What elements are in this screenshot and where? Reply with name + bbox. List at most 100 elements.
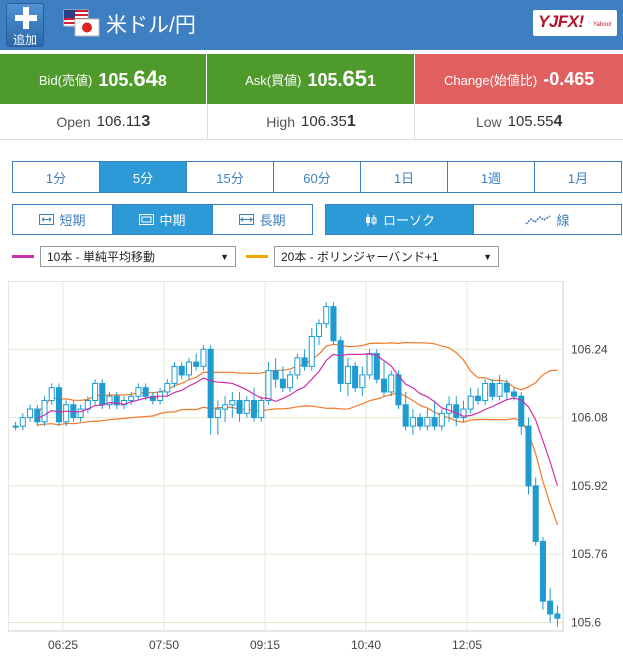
ma-swatch bbox=[12, 255, 34, 258]
period-tabs: 1分 5分 15分 60分 1日 1週 1月 bbox=[12, 161, 622, 193]
candle-body bbox=[250, 400, 258, 419]
tab-15min[interactable]: 15分 bbox=[187, 162, 274, 192]
candle-body bbox=[99, 382, 106, 406]
candle-body bbox=[438, 412, 445, 427]
candle-body bbox=[135, 387, 142, 397]
candle-body bbox=[193, 361, 200, 367]
candle-body bbox=[301, 357, 308, 367]
high-value: 106.351 bbox=[301, 112, 356, 130]
bb-select[interactable]: 20本 - ボリンジャーバンド+1 ▼ bbox=[274, 246, 499, 267]
candle-body bbox=[453, 404, 460, 419]
candle-body bbox=[200, 348, 207, 367]
ask-value: 105.651 bbox=[307, 66, 376, 91]
candle-body bbox=[503, 382, 510, 393]
short-term-icon bbox=[39, 214, 55, 225]
y-tick-label: 106.24 bbox=[571, 342, 608, 356]
candle-body bbox=[395, 374, 402, 406]
candle-body bbox=[532, 485, 539, 542]
candle-body bbox=[294, 357, 301, 376]
low-label: Low bbox=[475, 113, 502, 130]
candle-body bbox=[496, 382, 503, 397]
candle-body bbox=[92, 382, 99, 402]
candle-body bbox=[34, 408, 41, 423]
candle-body bbox=[482, 382, 489, 402]
candle-body bbox=[287, 374, 294, 389]
tab-1min[interactable]: 1分 bbox=[13, 162, 100, 192]
candle-body bbox=[380, 378, 388, 393]
page-title: 米ドル/円 bbox=[106, 14, 196, 37]
bid-label: Bid(売値) bbox=[38, 72, 93, 88]
bid-value: 105.648 bbox=[98, 66, 167, 91]
candle-body bbox=[330, 306, 337, 342]
low-value: 105.554 bbox=[507, 112, 563, 130]
tab-60min[interactable]: 60分 bbox=[274, 162, 361, 192]
candle-body bbox=[222, 404, 229, 410]
candle-body bbox=[178, 365, 185, 376]
plot-area bbox=[8, 281, 564, 632]
tab-short-term[interactable]: 短期 bbox=[13, 205, 113, 234]
y-tick-label: 105.6 bbox=[571, 615, 601, 629]
logo-text: YJFX! bbox=[538, 12, 584, 31]
x-tick-label: 07:50 bbox=[149, 638, 179, 652]
candle-body bbox=[554, 613, 561, 619]
candle-body bbox=[431, 417, 438, 427]
candle-body bbox=[424, 417, 431, 427]
candle-body bbox=[511, 391, 518, 397]
candle-body bbox=[229, 400, 236, 406]
candle-body bbox=[323, 306, 330, 325]
candle-body bbox=[366, 353, 373, 376]
tab-line-chart[interactable]: 線 bbox=[474, 205, 621, 234]
ma-select[interactable]: 10本 - 単純平均移動 ▼ bbox=[40, 246, 236, 267]
us-jp-flag-icon bbox=[63, 9, 100, 37]
candle-body bbox=[539, 540, 546, 602]
candle-body bbox=[474, 395, 481, 402]
tab-long-term[interactable]: 長期 bbox=[213, 205, 312, 234]
tab-5min[interactable]: 5分 bbox=[100, 162, 187, 192]
open-label: Open bbox=[56, 113, 91, 130]
ma-select-value: 10本 - 単純平均移動 bbox=[47, 250, 156, 264]
bb-select-value: 20本 - ボリンジャーバンド+1 bbox=[281, 250, 439, 264]
candle-body bbox=[185, 361, 193, 376]
bid-quote[interactable]: Bid(売値) 105.648 bbox=[0, 54, 206, 104]
x-tick-label: 10:40 bbox=[351, 638, 381, 652]
candle-body bbox=[409, 417, 416, 427]
change-label: Change(始値比) bbox=[444, 72, 538, 88]
yjfx-logo: YJFX! Yahoo! bbox=[533, 10, 617, 36]
tab-1month[interactable]: 1月 bbox=[535, 162, 621, 192]
candle-body bbox=[547, 600, 554, 615]
candle-body bbox=[315, 323, 323, 337]
candle-body bbox=[446, 404, 453, 414]
y-tick-label: 105.76 bbox=[571, 547, 608, 561]
change-value: -0.465 bbox=[543, 68, 595, 89]
high-stat: High 106.351 bbox=[208, 104, 416, 139]
tab-candlestick[interactable]: ローソク bbox=[326, 205, 474, 234]
x-tick-label: 12:05 bbox=[452, 638, 482, 652]
ma-indicator: 10本 - 単純平均移動 ▼ bbox=[12, 246, 236, 267]
mid-term-label: 中期 bbox=[159, 213, 186, 228]
short-term-label: 短期 bbox=[59, 213, 86, 228]
candle-body bbox=[279, 378, 286, 389]
x-tick-label: 06:25 bbox=[48, 638, 78, 652]
candle-body bbox=[63, 404, 70, 423]
candle-body bbox=[12, 425, 19, 428]
candle-body bbox=[489, 382, 496, 397]
candle-body bbox=[214, 408, 221, 419]
candle-body bbox=[41, 400, 48, 423]
candle-body bbox=[308, 335, 315, 367]
candle-body bbox=[337, 340, 344, 384]
candle-body bbox=[265, 370, 272, 402]
candle-body bbox=[402, 404, 409, 427]
candle-body bbox=[272, 370, 279, 380]
price-chart[interactable]: 106.24 106.08 105.92 105.76 105.6 06:25 07:50 0… bbox=[8, 281, 623, 658]
candle-body bbox=[243, 400, 250, 414]
add-button[interactable]: 追加 bbox=[6, 3, 44, 47]
candlestick-label: ローソク bbox=[382, 213, 435, 228]
ask-quote[interactable]: Ask(買値) 105.651 bbox=[206, 54, 415, 104]
chart-type-tabs: ローソク 線 bbox=[325, 204, 622, 235]
candle-body bbox=[388, 374, 395, 393]
tab-1week[interactable]: 1週 bbox=[448, 162, 535, 192]
candle-body bbox=[48, 387, 55, 402]
tab-mid-term[interactable]: 中期 bbox=[113, 205, 213, 234]
logo-subtext: Yahoo! bbox=[593, 22, 612, 28]
tab-1day[interactable]: 1日 bbox=[361, 162, 448, 192]
